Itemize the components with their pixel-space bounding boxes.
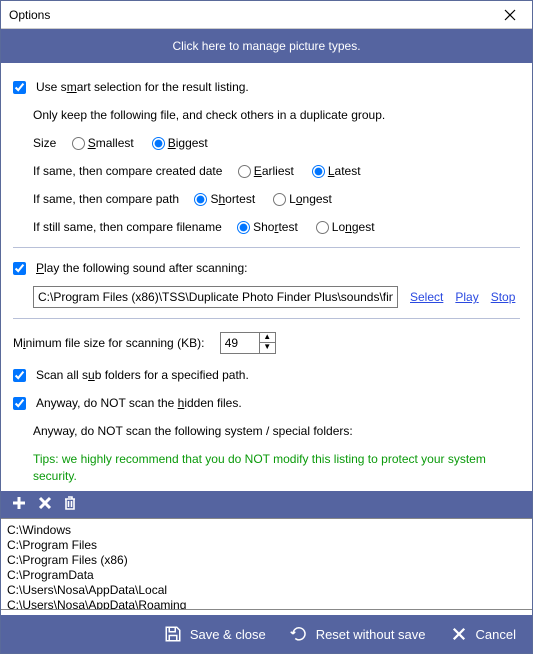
smart-selection-row: Use smart selection for the result listi… <box>13 80 520 94</box>
list-item[interactable]: C:\Program Files (x86) <box>7 553 526 568</box>
sound-select-link[interactable]: Select <box>410 290 443 304</box>
sound-play-link[interactable]: Play <box>455 290 478 304</box>
path-longest-label: Longest <box>289 192 332 206</box>
titlebar: Options <box>1 1 532 29</box>
save-icon <box>164 625 182 643</box>
play-sound-checkbox[interactable] <box>13 262 26 275</box>
close-button[interactable] <box>490 2 530 28</box>
smart-selection-checkbox[interactable] <box>13 81 26 94</box>
path-longest-radio[interactable] <box>273 193 286 206</box>
list-item[interactable]: C:\ProgramData <box>7 568 526 583</box>
remove-folder-icon[interactable] <box>37 495 53 514</box>
window-title: Options <box>9 8 490 22</box>
path-shortest-radio[interactable] <box>194 193 207 206</box>
bottom-bar: Save & close Reset without save Cancel <box>1 615 532 653</box>
list-item[interactable]: C:\Users\Nosa\AppData\Roaming <box>7 598 526 610</box>
delete-folder-icon[interactable] <box>63 495 77 514</box>
created-row: If same, then compare created date Earli… <box>33 164 520 178</box>
special-folders-label-row: Anyway, do NOT scan the following system… <box>33 424 520 438</box>
add-folder-icon[interactable] <box>11 495 27 514</box>
cancel-label: Cancel <box>476 627 516 642</box>
list-item[interactable]: C:\Users\Nosa\AppData\Local <box>7 583 526 598</box>
content-area: Use smart selection for the result listi… <box>1 63 532 615</box>
separator-2 <box>13 318 520 319</box>
smart-selection-label: Use smart selection for the result listi… <box>36 80 249 94</box>
manage-types-banner[interactable]: Click here to manage picture types. <box>1 29 532 63</box>
filename-longest-label: Longest <box>332 220 375 234</box>
sound-path-input[interactable] <box>33 286 398 308</box>
minsize-input[interactable] <box>221 333 259 353</box>
path-shortest-label: Shortest <box>210 192 255 206</box>
filename-shortest-radio[interactable] <box>237 221 250 234</box>
size-biggest-radio[interactable] <box>152 137 165 150</box>
reset-label: Reset without save <box>316 627 426 642</box>
size-smallest-label: Smallest <box>88 136 134 150</box>
created-label: If same, then compare created date <box>33 164 222 178</box>
folder-toolbar <box>1 491 532 518</box>
save-close-button[interactable]: Save & close <box>164 625 266 643</box>
filename-label: If still same, then compare filename <box>33 220 222 234</box>
filename-longest-radio[interactable] <box>316 221 329 234</box>
minsize-row: Minimum file size for scanning (KB): ▲ ▼ <box>13 332 520 354</box>
created-latest-radio[interactable] <box>312 165 325 178</box>
cancel-icon <box>450 625 468 643</box>
play-sound-label: Play the following sound after scanning: <box>36 261 247 275</box>
list-item[interactable]: C:\Program Files <box>7 538 526 553</box>
subfolders-checkbox[interactable] <box>13 369 26 382</box>
created-earliest-label: Earliest <box>254 164 294 178</box>
cancel-button[interactable]: Cancel <box>450 625 516 643</box>
size-biggest-label: Biggest <box>168 136 208 150</box>
options-window: Options Click here to manage picture typ… <box>0 0 533 654</box>
path-label: If same, then compare path <box>33 192 179 206</box>
tips-text: Tips: we highly recommend that you do NO… <box>33 451 520 485</box>
hidden-label: Anyway, do NOT scan the hidden files. <box>36 396 242 410</box>
minsize-label: Minimum file size for scanning (KB): <box>13 336 204 350</box>
folder-list[interactable]: C:\Windows C:\Program Files C:\Program F… <box>1 518 532 610</box>
reset-icon <box>290 625 308 643</box>
sound-controls: Select Play Stop <box>33 286 520 308</box>
spin-down-icon[interactable]: ▼ <box>259 343 275 353</box>
subfolders-row: Scan all sub folders for a specified pat… <box>13 368 520 382</box>
hidden-row: Anyway, do NOT scan the hidden files. <box>13 396 520 410</box>
save-close-label: Save & close <box>190 627 266 642</box>
size-label: Size <box>33 136 56 150</box>
minsize-spinner[interactable]: ▲ ▼ <box>220 332 276 354</box>
size-row: Size Smallest Biggest <box>33 136 520 150</box>
special-folders-label: Anyway, do NOT scan the following system… <box>33 424 353 438</box>
smart-subtitle: Only keep the following file, and check … <box>33 108 520 122</box>
filename-row: If still same, then compare filename Sho… <box>33 220 520 234</box>
filename-shortest-label: Shortest <box>253 220 298 234</box>
reset-button[interactable]: Reset without save <box>290 625 426 643</box>
created-earliest-radio[interactable] <box>238 165 251 178</box>
size-smallest-radio[interactable] <box>72 137 85 150</box>
path-row: If same, then compare path Shortest Long… <box>33 192 520 206</box>
list-item[interactable]: C:\Windows <box>7 523 526 538</box>
hidden-checkbox[interactable] <box>13 397 26 410</box>
sound-stop-link[interactable]: Stop <box>491 290 516 304</box>
subfolders-label: Scan all sub folders for a specified pat… <box>36 368 249 382</box>
banner-text: Click here to manage picture types. <box>172 39 360 53</box>
sound-row: Play the following sound after scanning: <box>13 261 520 275</box>
separator-1 <box>13 247 520 248</box>
created-latest-label: Latest <box>328 164 361 178</box>
